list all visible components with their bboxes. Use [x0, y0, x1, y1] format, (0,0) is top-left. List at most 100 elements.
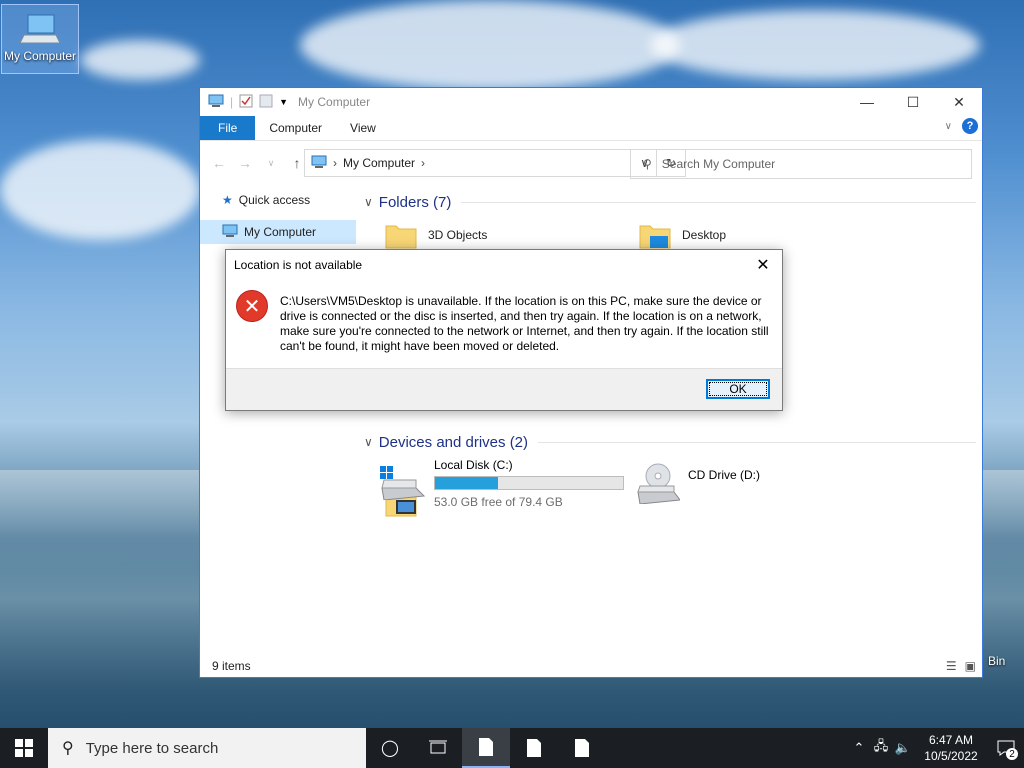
error-dialog: Location is not available ✕ ✕ C:\Users\V…: [225, 249, 783, 411]
group-title: Devices and drives (2): [378, 433, 529, 451]
chevron-down-icon[interactable]: ∨: [945, 121, 952, 132]
details-view-icon[interactable]: ☰: [946, 659, 957, 673]
star-icon: ★: [222, 193, 233, 207]
close-button[interactable]: ✕: [936, 88, 982, 116]
new-folder-icon[interactable]: [259, 94, 273, 111]
drive-name: CD Drive (D:): [688, 468, 760, 482]
tab-view[interactable]: View: [336, 116, 390, 140]
breadcrumb[interactable]: My Computer: [343, 156, 415, 170]
task-view-icon[interactable]: [414, 728, 462, 768]
status-bar-item-count: 9 items: [212, 659, 251, 673]
ribbon-right: ∨ ?: [945, 118, 978, 134]
folder-icon: [384, 222, 418, 250]
desktop-folder-icon: [638, 222, 672, 250]
maximize-button[interactable]: ☐: [890, 88, 936, 116]
title-bar: | ▼ My Computer — ☐ ✕: [200, 88, 982, 116]
folder-item[interactable]: Desktop: [638, 222, 726, 250]
clock[interactable]: 6:47 AM 10/5/2022: [914, 732, 988, 764]
properties-icon[interactable]: [239, 94, 253, 111]
drive-item-c[interactable]: Local Disk (C:) 53.0 GB free of 79.4 GB: [380, 458, 624, 509]
start-button[interactable]: [0, 728, 48, 768]
cd-drive-icon: [634, 462, 681, 505]
cloud: [650, 10, 980, 80]
search-icon: ⚲: [62, 740, 74, 757]
ok-button[interactable]: OK: [706, 379, 770, 399]
computer-icon: [311, 155, 327, 172]
computer-icon: [222, 224, 238, 241]
chevron-right-icon: ›: [333, 156, 337, 170]
dialog-close-button[interactable]: ✕: [748, 250, 778, 280]
drive-name: Local Disk (C:): [434, 458, 513, 472]
group-title: Folders (7): [378, 193, 452, 211]
nav-item-quick-access[interactable]: ★ Quick access: [200, 188, 356, 212]
tab-file[interactable]: File: [200, 116, 256, 140]
large-icons-view-icon[interactable]: ▣: [965, 659, 976, 673]
back-arrow-icon[interactable]: ←: [206, 155, 232, 171]
folder-name: Desktop: [682, 228, 727, 242]
cortana-icon[interactable]: ◯: [366, 728, 414, 768]
drive-usage-bar: [434, 476, 624, 490]
window-controls: — ☐ ✕: [844, 88, 982, 116]
forward-arrow-icon[interactable]: →: [232, 155, 258, 171]
tab-computer[interactable]: Computer: [255, 116, 336, 140]
chevron-down-icon: ∨: [364, 195, 373, 209]
clock-time: 6:47 AM: [928, 733, 974, 747]
nav-item-my-computer[interactable]: My Computer: [200, 220, 356, 244]
desktop-icon-my-computer[interactable]: My Computer: [1, 4, 79, 74]
dialog-title-bar: Location is not available ✕: [226, 250, 782, 280]
address-row: ← → ∨ ↑ › My Computer › ∨ ↻ ⚲ Search My …: [200, 141, 982, 185]
nav-label: My Computer: [244, 225, 317, 239]
desktop-icon-label: My Computer: [3, 49, 77, 63]
divider: [538, 441, 976, 443]
help-icon[interactable]: ?: [962, 118, 978, 134]
recent-chevron-icon[interactable]: ∨: [258, 158, 284, 169]
dialog-footer: OK: [226, 368, 782, 410]
quick-access-toolbar: | ▼: [200, 94, 288, 111]
desktop-icon-recycle-bin[interactable]: Bin: [984, 606, 1024, 670]
chevron-right-icon[interactable]: ›: [421, 156, 425, 170]
notification-center-button[interactable]: 2: [988, 728, 1024, 768]
search-icon: ⚲: [643, 157, 652, 171]
network-icon[interactable]: 🖧: [870, 737, 892, 759]
nav-label: Quick access: [238, 193, 311, 207]
view-buttons: ☰ ▣: [946, 659, 976, 673]
volume-icon[interactable]: 🔈: [892, 740, 914, 756]
separator: |: [230, 95, 234, 109]
windows-logo-icon: [15, 739, 33, 757]
dialog-body: ✕ C:\Users\VM5\Desktop is unavailable. I…: [226, 280, 782, 378]
search-input[interactable]: ⚲ Search My Computer: [630, 149, 972, 179]
cloud: [300, 0, 680, 90]
folder-name: 3D Objects: [428, 228, 488, 242]
drives-group-header[interactable]: ∨ Devices and drives (2): [364, 428, 976, 456]
error-icon: ✕: [236, 290, 268, 322]
folder-item[interactable]: 3D Objects: [384, 222, 487, 250]
clock-date: 10/5/2022: [924, 749, 978, 763]
computer-icon: [19, 13, 61, 47]
ribbon: File Computer View ∨ ?: [200, 116, 982, 141]
address-bar[interactable]: › My Computer › ∨ ↻: [304, 149, 686, 177]
cloud: [0, 140, 200, 240]
chevron-down-icon: ∨: [364, 435, 373, 449]
taskbar-app-document[interactable]: [558, 728, 606, 768]
cloud: [80, 40, 200, 80]
taskbar-app-file-explorer[interactable]: [462, 728, 510, 768]
dialog-title: Location is not available: [234, 258, 363, 272]
drive-item-d[interactable]: CD Drive (D:): [634, 462, 760, 505]
folders-group-header[interactable]: ∨ Folders (7): [364, 188, 976, 216]
dialog-message: C:\Users\VM5\Desktop is unavailable. If …: [280, 294, 769, 353]
desktop-icon-label: Bin: [988, 654, 1006, 668]
hard-drive-icon: [380, 458, 426, 501]
drive-usage-fill: [435, 477, 498, 489]
chevron-up-icon[interactable]: ⌃: [848, 740, 870, 756]
taskbar-search-placeholder: Type here to search: [85, 739, 219, 757]
search-placeholder: Search My Computer: [661, 157, 776, 171]
window-title: My Computer: [298, 95, 371, 109]
drive-free-space: 53.0 GB free of 79.4 GB: [434, 495, 563, 509]
taskbar-app-document[interactable]: [510, 728, 558, 768]
taskbar: ⚲ Type here to search ◯ ⌃ 🖧 🔈 6:47 AM 10…: [0, 728, 1024, 768]
system-tray: ⌃ 🖧 🔈 6:47 AM 10/5/2022 2: [848, 728, 1024, 768]
notification-count: 2: [1006, 748, 1018, 760]
minimize-button[interactable]: —: [844, 88, 890, 116]
chevron-down-icon[interactable]: ▼: [279, 97, 288, 107]
taskbar-search-box[interactable]: ⚲ Type here to search: [48, 728, 366, 768]
